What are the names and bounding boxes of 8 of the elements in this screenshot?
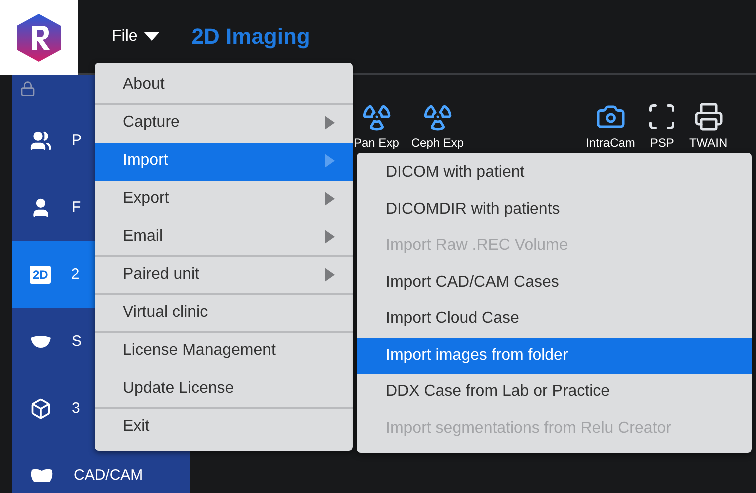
sidebar-label: CAD/CAM <box>74 467 144 484</box>
app-title: 2D Imaging <box>192 24 310 50</box>
sidebar-label: F <box>72 199 82 216</box>
sidebar-label: 3 <box>72 400 80 417</box>
sidebar-label: 2 <box>71 266 80 283</box>
badge-icon: 2D <box>30 266 52 284</box>
sidebar-label: S <box>72 333 82 350</box>
sidebar-label: P <box>72 132 82 149</box>
